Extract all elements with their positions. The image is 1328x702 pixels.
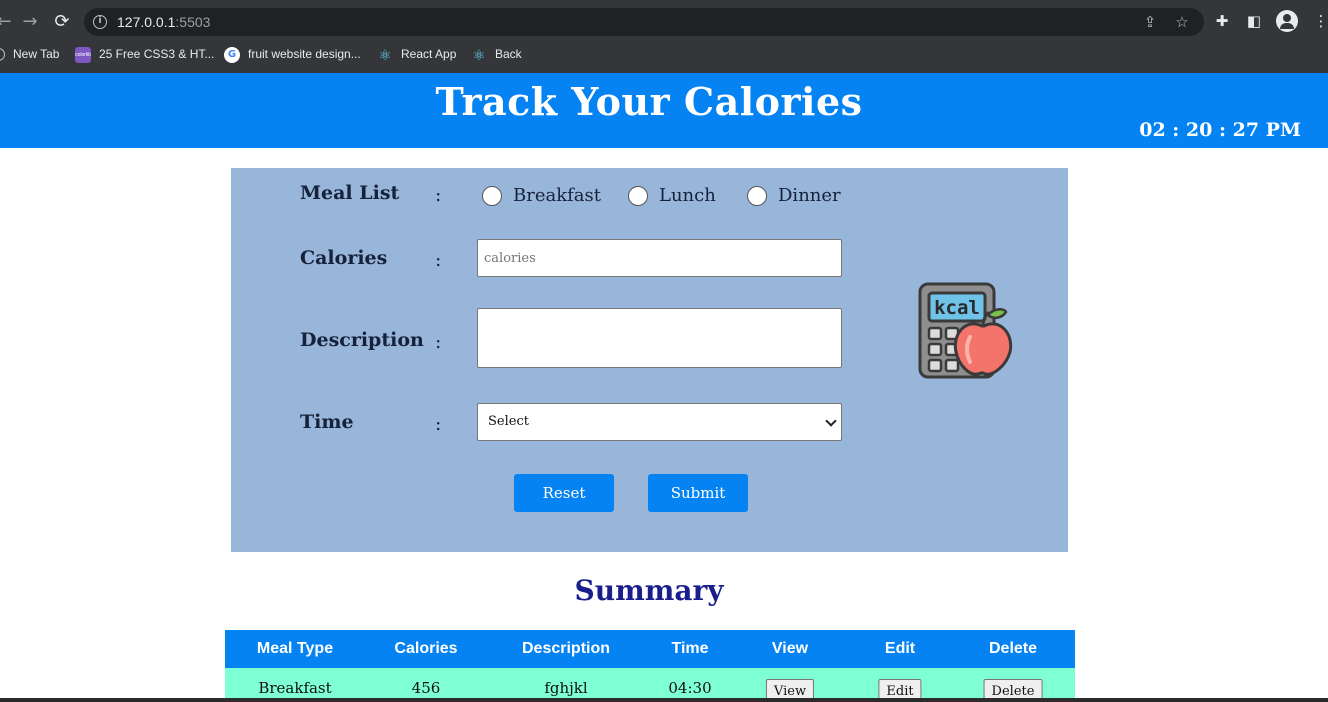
chevron-down-icon[interactable]	[825, 415, 837, 427]
description-textarea[interactable]	[477, 308, 842, 368]
column-header-time: Time	[671, 640, 709, 657]
url-text[interactable]: 127.0.0.1:5503	[117, 8, 210, 36]
time-colon: :	[435, 413, 442, 435]
globe-icon	[0, 48, 5, 62]
profile-avatar-icon[interactable]	[1276, 10, 1298, 32]
page-title: Track Your Calories	[435, 79, 863, 124]
browser-toolbar: ← → ⟳ i 127.0.0.1:5503 ⇪ ☆ ✚ ◧ ⋮	[0, 6, 1328, 38]
radio-circle[interactable]	[482, 186, 502, 206]
site-info-icon[interactable]: i	[93, 15, 107, 29]
description-colon: :	[435, 331, 442, 353]
radio-breakfast-label[interactable]: Breakfast	[513, 184, 601, 208]
bookmark-new-tab[interactable]: New Tab	[0, 42, 59, 66]
radio-circle[interactable]	[628, 186, 648, 206]
column-header-view: View	[771, 640, 809, 657]
bookmark-react-app[interactable]: ⚛ React App	[377, 42, 457, 66]
forward-arrow-icon[interactable]: →	[18, 10, 42, 34]
side-panel-icon[interactable]: ◧	[1243, 10, 1265, 32]
meal-list-label: Meal List	[300, 182, 400, 204]
meal-list-colon: :	[435, 184, 442, 206]
calories-colon: :	[435, 249, 442, 271]
back-arrow-icon[interactable]: ←	[0, 10, 16, 34]
colorlib-icon: colorlib	[75, 46, 91, 63]
column-header-delete: Delete	[988, 640, 1038, 657]
calories-label: Calories	[300, 247, 388, 269]
cell-calories: 456	[411, 679, 441, 697]
calories-input[interactable]	[477, 239, 842, 277]
submit-button[interactable]: Submit	[648, 474, 748, 512]
time-select-value[interactable]: Select	[488, 404, 529, 440]
column-header-meal-type: Meal Type	[256, 640, 334, 657]
window-bottom-edge	[0, 698, 1328, 702]
time-select[interactable]: Select	[477, 403, 842, 441]
kcal-text: kcal	[934, 297, 980, 319]
meal-form-panel: Meal List : Breakfast Lunch Dinner Calor…	[231, 168, 1068, 552]
share-icon[interactable]: ⇪	[1140, 12, 1160, 32]
column-header-calories: Calories	[394, 640, 458, 657]
reset-button[interactable]: Reset	[514, 474, 614, 512]
reload-icon[interactable]: ⟳	[50, 10, 74, 34]
cell-time: 04:30	[668, 679, 712, 697]
table-row: Breakfast 456 fghjkl 04:30 View Edit Del…	[225, 668, 1075, 702]
extensions-puzzle-icon[interactable]: ✚	[1211, 10, 1233, 32]
radio-circle[interactable]	[747, 186, 767, 206]
summary-title: Summary	[574, 574, 724, 607]
bookmark-css3[interactable]: colorlib 25 Free CSS3 & HT...	[75, 42, 214, 66]
bookmark-star-icon[interactable]: ☆	[1172, 12, 1192, 32]
google-icon: G	[224, 46, 240, 63]
bookmark-back[interactable]: ⚛ Back	[471, 42, 522, 66]
browser-chrome: ← → ⟳ i 127.0.0.1:5503 ⇪ ☆ ✚ ◧ ⋮ New Tab…	[0, 0, 1328, 73]
page-header: Track Your Calories 02 : 20 : 27 PM	[0, 73, 1328, 148]
menu-kebab-icon[interactable]: ⋮	[1310, 10, 1328, 32]
radio-dinner-label[interactable]: Dinner	[778, 184, 841, 208]
column-header-edit: Edit	[884, 640, 916, 657]
bookmarks-bar: New Tab colorlib 25 Free CSS3 & HT... Gfr…	[0, 42, 1328, 66]
table-header: Meal Type Calories Description Time View…	[225, 630, 1075, 668]
cell-description: fghjkl	[544, 679, 588, 697]
address-bar[interactable]: i 127.0.0.1:5503 ⇪ ☆	[84, 8, 1204, 36]
description-label: Description	[300, 329, 424, 351]
react-icon: ⚛	[378, 46, 392, 63]
column-header-description: Description	[521, 640, 611, 657]
radio-lunch-label[interactable]: Lunch	[659, 184, 716, 208]
live-clock: 02 : 20 : 27 PM	[1139, 119, 1301, 141]
react-icon: ⚛	[472, 46, 486, 63]
calorie-calculator-icon: kcal	[918, 282, 1013, 379]
time-label: Time	[300, 411, 354, 433]
cell-meal-type: Breakfast	[258, 679, 332, 697]
bookmark-fruit-website[interactable]: Gfruit website design...	[224, 42, 361, 66]
